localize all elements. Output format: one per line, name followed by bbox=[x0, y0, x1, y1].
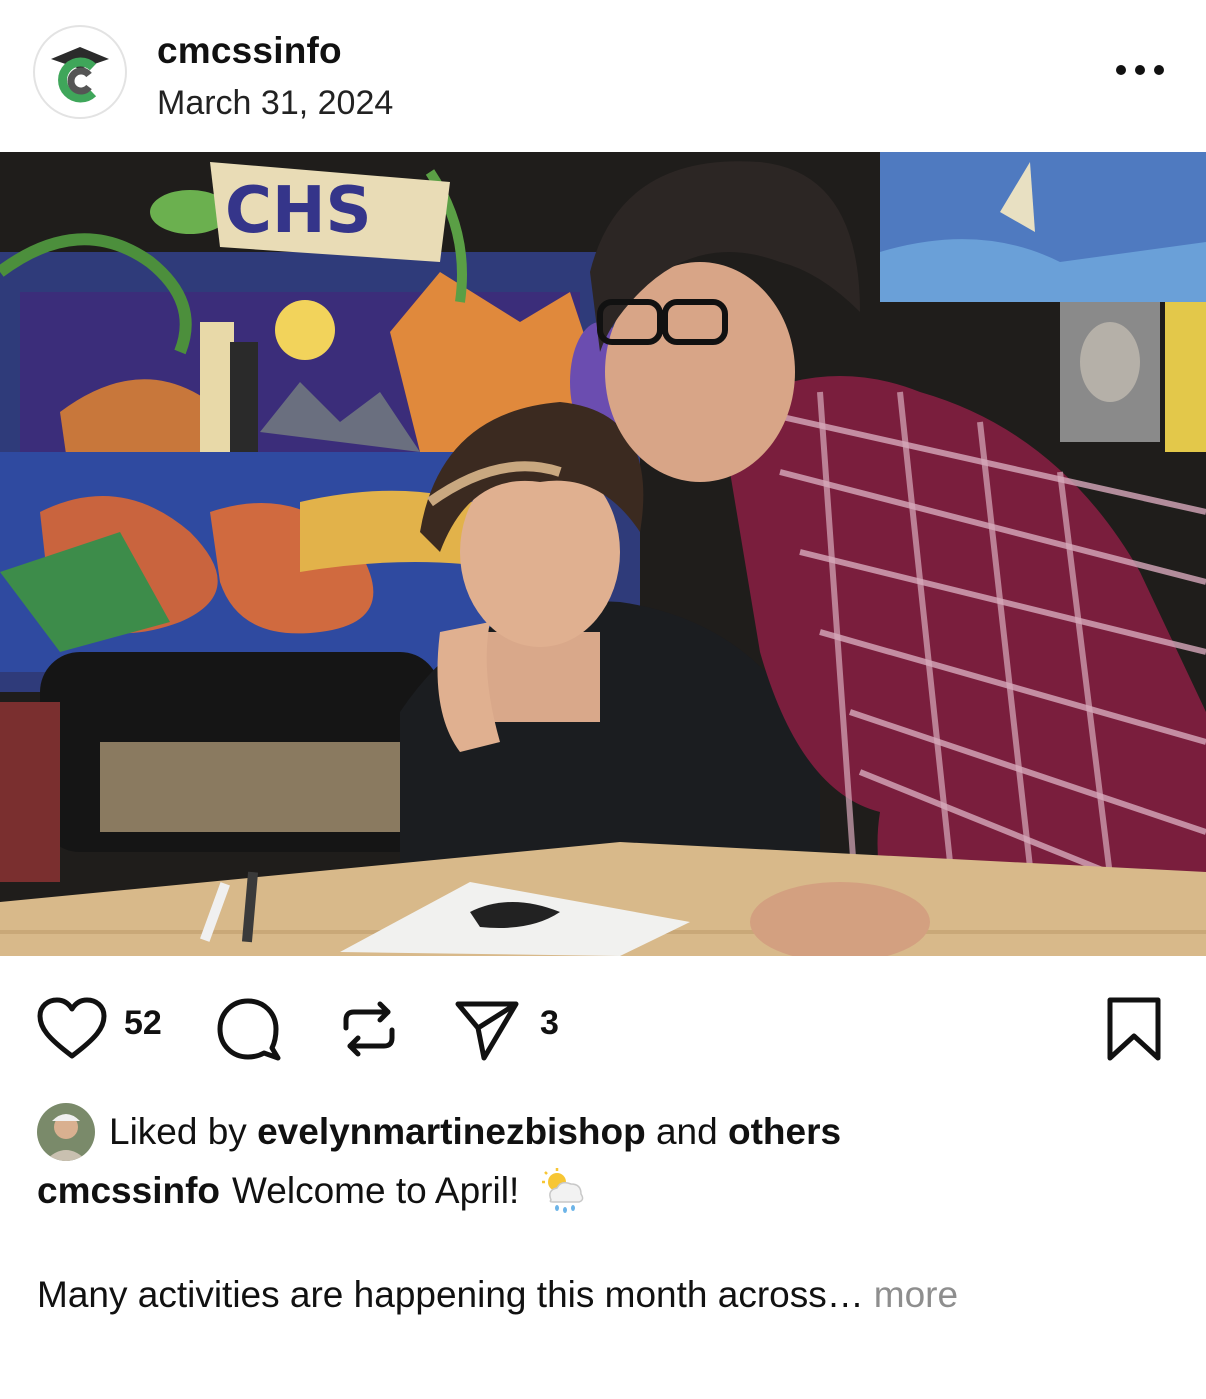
caption-body-text: Many activities are happening this month… bbox=[37, 1274, 864, 1315]
caption-line: cmcssinfo Welcome to April! bbox=[37, 1166, 587, 1216]
comment-icon[interactable] bbox=[214, 996, 284, 1062]
liker-photo-icon bbox=[37, 1103, 95, 1161]
caption-body: Many activities are happening this month… bbox=[37, 1274, 958, 1316]
post-photo[interactable]: CHS bbox=[0, 152, 1206, 956]
liked-by-text: Liked by evelynmartinezbishop and others bbox=[109, 1111, 841, 1153]
liked-by-joiner: and bbox=[655, 1111, 718, 1152]
liked-by-others-link[interactable]: others bbox=[728, 1111, 841, 1152]
caption-text: Welcome to April! bbox=[232, 1170, 520, 1211]
sun-behind-rain-cloud-icon bbox=[542, 1168, 584, 1213]
more-options-icon[interactable] bbox=[1112, 56, 1168, 84]
liked-by-row: Liked by evelynmartinezbishop and others bbox=[37, 1102, 841, 1162]
post-header: cmcssinfo March 31, 2024 bbox=[0, 0, 1206, 152]
share-count[interactable]: 3 bbox=[540, 1004, 559, 1043]
caption-more-link[interactable]: more bbox=[874, 1274, 958, 1315]
repost-icon[interactable] bbox=[336, 996, 402, 1062]
liker-avatar[interactable] bbox=[37, 1103, 95, 1161]
post-action-bar: 52 3 bbox=[0, 990, 1206, 1070]
send-icon[interactable] bbox=[452, 996, 522, 1062]
graduation-cap-c-logo-icon bbox=[51, 47, 109, 103]
heart-icon[interactable] bbox=[36, 996, 108, 1062]
post-username[interactable]: cmcssinfo bbox=[157, 30, 342, 72]
post-image-illustration: CHS bbox=[0, 152, 1206, 956]
post-date: March 31, 2024 bbox=[157, 84, 394, 122]
caption-username[interactable]: cmcssinfo bbox=[37, 1170, 220, 1212]
like-count[interactable]: 52 bbox=[124, 1004, 162, 1043]
mural-chs-text: CHS bbox=[225, 174, 372, 248]
profile-avatar[interactable] bbox=[33, 25, 127, 119]
liked-by-prefix: Liked by bbox=[109, 1111, 247, 1152]
liked-by-user-link[interactable]: evelynmartinezbishop bbox=[257, 1111, 646, 1152]
bookmark-icon[interactable] bbox=[1104, 996, 1164, 1062]
